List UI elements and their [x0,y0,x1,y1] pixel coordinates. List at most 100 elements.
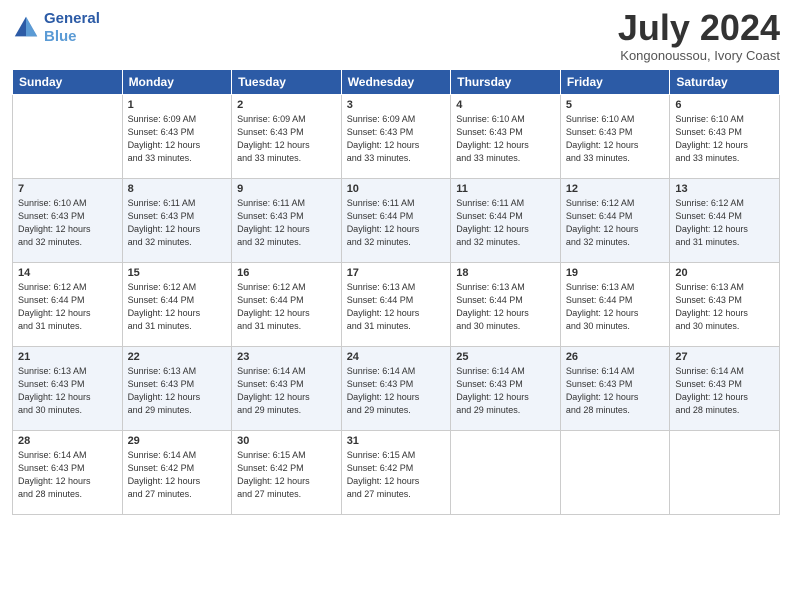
table-row: 15Sunrise: 6:12 AMSunset: 6:44 PMDayligh… [122,263,232,347]
month-title: July 2024 [618,10,780,46]
day-number: 21 [18,351,117,363]
day-number: 29 [128,435,227,447]
day-info: Sunrise: 6:10 AMSunset: 6:43 PMDaylight:… [675,113,774,165]
day-number: 12 [566,183,665,195]
table-row: 9 Sunrise: 6:11 AMSunset: 6:43 PMDaylight… [232,179,342,263]
calendar-header-row: Sunday Monday Tuesday Wednesday Thursday… [13,70,780,95]
page-container: General Blue July 2024 Kongonoussou, Ivo… [0,0,792,523]
table-row: 28 Sunrise: 6:14 AMSunset: 6:43 PMDayligh… [13,431,123,515]
header-tuesday: Tuesday [232,70,342,95]
table-row: 10 Sunrise: 6:11 AMSunset: 6:44 PMDayligh… [341,179,451,263]
table-row: 20 Sunrise: 6:13 AMSunset: 6:43 PMDayligh… [670,263,780,347]
day-number: 7 [18,183,117,195]
day-info: Sunrise: 6:15 AMSunset: 6:42 PMDaylight:… [347,449,446,501]
day-info: Sunrise: 6:11 AMSunset: 6:43 PMDaylight:… [128,197,227,249]
header: General Blue July 2024 Kongonoussou, Ivo… [12,10,780,63]
logo: General Blue [12,10,100,46]
table-row: 27 Sunrise: 6:14 AMSunset: 6:43 PMDayligh… [670,347,780,431]
day-info: Sunrise: 6:09 AMSunset: 6:43 PMDaylight:… [347,113,446,165]
day-number: 6 [675,99,774,111]
day-number: 11 [456,183,555,195]
day-number: 30 [237,435,336,447]
day-number: 28 [18,435,117,447]
header-sunday: Sunday [13,70,123,95]
table-row: 21 Sunrise: 6:13 AMSunset: 6:43 PMDayligh… [13,347,123,431]
day-number: 23 [237,351,336,363]
table-row: 11 Sunrise: 6:11 AMSunset: 6:44 PMDayligh… [451,179,561,263]
day-info: Sunrise: 6:13 AMSunset: 6:44 PMDaylight:… [347,281,446,333]
header-monday: Monday [122,70,232,95]
header-thursday: Thursday [451,70,561,95]
day-number: 18 [456,267,555,279]
day-number: 4 [456,99,555,111]
header-friday: Friday [560,70,670,95]
day-info: Sunrise: 6:12 AMSunset: 6:44 PMDaylight:… [18,281,117,333]
day-info: Sunrise: 6:14 AMSunset: 6:43 PMDaylight:… [18,449,117,501]
day-number: 10 [347,183,446,195]
table-row: 24 Sunrise: 6:14 AMSunset: 6:43 PMDayligh… [341,347,451,431]
day-info: Sunrise: 6:12 AMSunset: 6:44 PMDaylight:… [675,197,774,249]
location: Kongonoussou, Ivory Coast [618,48,780,63]
table-row: 12 Sunrise: 6:12 AMSunset: 6:44 PMDayligh… [560,179,670,263]
table-row [560,431,670,515]
day-number: 24 [347,351,446,363]
title-block: July 2024 Kongonoussou, Ivory Coast [618,10,780,63]
day-info: Sunrise: 6:12 AMSunset: 6:44 PMDaylight:… [128,281,227,333]
day-info: Sunrise: 6:10 AMSunset: 6:43 PMDaylight:… [456,113,555,165]
day-number: 25 [456,351,555,363]
day-info: Sunrise: 6:10 AMSunset: 6:43 PMDaylight:… [18,197,117,249]
day-number: 20 [675,267,774,279]
table-row: 19Sunrise: 6:13 AMSunset: 6:44 PMDayligh… [560,263,670,347]
day-number: 9 [237,183,336,195]
table-row: 26Sunrise: 6:14 AMSunset: 6:43 PMDayligh… [560,347,670,431]
table-row: 31 Sunrise: 6:15 AMSunset: 6:42 PMDayligh… [341,431,451,515]
day-info: Sunrise: 6:14 AMSunset: 6:42 PMDaylight:… [128,449,227,501]
day-info: Sunrise: 6:09 AMSunset: 6:43 PMDaylight:… [128,113,227,165]
day-info: Sunrise: 6:09 AMSunset: 6:43 PMDaylight:… [237,113,336,165]
table-row: 29 Sunrise: 6:14 AMSunset: 6:42 PMDayligh… [122,431,232,515]
day-info: Sunrise: 6:11 AMSunset: 6:43 PMDaylight:… [237,197,336,249]
day-info: Sunrise: 6:15 AMSunset: 6:42 PMDaylight:… [237,449,336,501]
table-row: 30 Sunrise: 6:15 AMSunset: 6:42 PMDayligh… [232,431,342,515]
day-number: 13 [675,183,774,195]
table-row: 1 Sunrise: 6:09 AMSunset: 6:43 PMDaylight… [122,95,232,179]
day-info: Sunrise: 6:11 AMSunset: 6:44 PMDaylight:… [456,197,555,249]
header-wednesday: Wednesday [341,70,451,95]
day-number: 14 [18,267,117,279]
calendar-table: Sunday Monday Tuesday Wednesday Thursday… [12,69,780,515]
day-number: 19 [566,267,665,279]
table-row: 25Sunrise: 6:14 AMSunset: 6:43 PMDayligh… [451,347,561,431]
day-number: 8 [128,183,227,195]
table-row: 18Sunrise: 6:13 AMSunset: 6:44 PMDayligh… [451,263,561,347]
logo-text: General Blue [44,10,100,46]
day-info: Sunrise: 6:12 AMSunset: 6:44 PMDaylight:… [237,281,336,333]
table-row: 13 Sunrise: 6:12 AMSunset: 6:44 PMDayligh… [670,179,780,263]
table-row: 7 Sunrise: 6:10 AMSunset: 6:43 PMDaylight… [13,179,123,263]
day-number: 1 [128,99,227,111]
day-number: 16 [237,267,336,279]
day-number: 3 [347,99,446,111]
day-info: Sunrise: 6:13 AMSunset: 6:43 PMDaylight:… [18,365,117,417]
day-number: 27 [675,351,774,363]
table-row: 17 Sunrise: 6:13 AMSunset: 6:44 PMDayligh… [341,263,451,347]
day-info: Sunrise: 6:14 AMSunset: 6:43 PMDaylight:… [566,365,665,417]
day-number: 31 [347,435,446,447]
table-row: 4 Sunrise: 6:10 AMSunset: 6:43 PMDaylight… [451,95,561,179]
day-number: 17 [347,267,446,279]
day-number: 2 [237,99,336,111]
table-row: 3 Sunrise: 6:09 AMSunset: 6:43 PMDaylight… [341,95,451,179]
table-row: 22Sunrise: 6:13 AMSunset: 6:43 PMDayligh… [122,347,232,431]
table-row: 6 Sunrise: 6:10 AMSunset: 6:43 PMDaylight… [670,95,780,179]
day-info: Sunrise: 6:14 AMSunset: 6:43 PMDaylight:… [347,365,446,417]
day-info: Sunrise: 6:13 AMSunset: 6:43 PMDaylight:… [675,281,774,333]
day-info: Sunrise: 6:10 AMSunset: 6:43 PMDaylight:… [566,113,665,165]
day-info: Sunrise: 6:14 AMSunset: 6:43 PMDaylight:… [675,365,774,417]
table-row: 2 Sunrise: 6:09 AMSunset: 6:43 PMDaylight… [232,95,342,179]
day-info: Sunrise: 6:11 AMSunset: 6:44 PMDaylight:… [347,197,446,249]
table-row: 16 Sunrise: 6:12 AMSunset: 6:44 PMDayligh… [232,263,342,347]
table-row: 23 Sunrise: 6:14 AMSunset: 6:43 PMDayligh… [232,347,342,431]
logo-icon [12,14,40,42]
day-info: Sunrise: 6:12 AMSunset: 6:44 PMDaylight:… [566,197,665,249]
table-row [670,431,780,515]
day-info: Sunrise: 6:14 AMSunset: 6:43 PMDaylight:… [237,365,336,417]
